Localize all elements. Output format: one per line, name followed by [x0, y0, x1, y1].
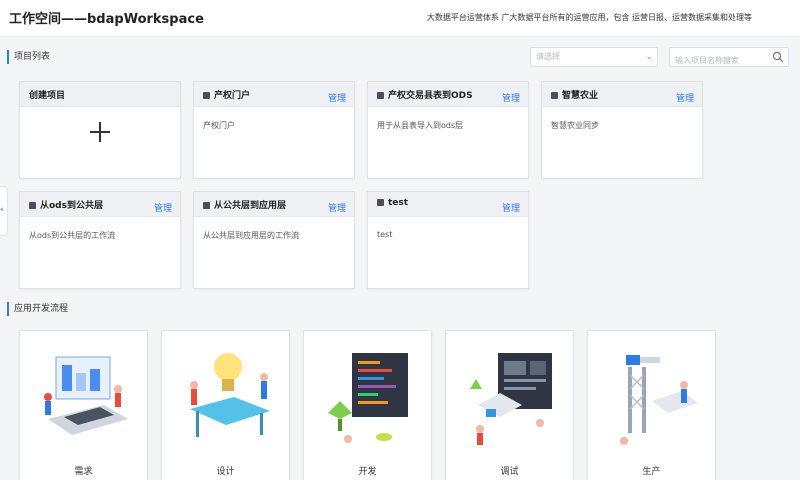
card-description: 从公共层到应用层的工作流: [203, 231, 299, 240]
flow-step-label: 需求: [74, 467, 93, 477]
card-description: 从ods到公共层的工作流: [29, 231, 116, 240]
flow-step-label: 调试: [500, 467, 519, 477]
folder-icon: [377, 199, 384, 206]
flow-step-design[interactable]: 设计: [161, 330, 290, 480]
project-filter-select[interactable]: 请选择 ⌄: [530, 47, 658, 67]
project-card[interactable]: 智慧农业 管理 智慧农业同步: [541, 81, 703, 179]
folder-icon: [29, 202, 36, 209]
flow-step-label: 设计: [216, 467, 235, 477]
card-header: 从ods到公共层 管理: [20, 192, 180, 217]
card-header: 产权门户 管理: [194, 82, 354, 107]
chevron-left-icon: ‹: [0, 205, 4, 215]
card-title: 产权门户: [203, 88, 250, 101]
manage-link[interactable]: 管理: [328, 91, 346, 104]
manage-link[interactable]: 管理: [328, 201, 346, 214]
card-title: 创建项目: [29, 91, 66, 101]
project-card[interactable]: 从公共层到应用层 管理 从公共层到应用层的工作流: [193, 191, 355, 289]
card-header: 从公共层到应用层 管理: [194, 192, 354, 217]
card-description: 智慧农业同步: [551, 121, 599, 130]
project-search: [669, 47, 789, 70]
card-header: 智慧农业 管理: [542, 82, 702, 107]
search-icon[interactable]: [772, 51, 784, 63]
create-project-card[interactable]: 创建项目: [19, 81, 181, 179]
section-title-flow: 应用开发流程: [7, 302, 68, 316]
folder-icon: [203, 202, 210, 209]
flow-step-development[interactable]: 开发: [303, 330, 432, 480]
card-header: 产权交易县表到ODS 管理: [368, 82, 528, 107]
folder-icon: [203, 92, 210, 99]
plus-icon[interactable]: [90, 122, 110, 142]
flow-step-label: 开发: [358, 467, 377, 477]
top-bar: 工作空间——bdapWorkspace 大数据平台运营体系 广大数据平台所有的运…: [0, 0, 800, 37]
sidebar-collapse-toggle[interactable]: ‹: [0, 186, 8, 236]
flow-step-debugging[interactable]: 调试: [445, 330, 574, 480]
debugging-monitor-illustration-icon: [470, 353, 552, 445]
chevron-down-icon: ⌄: [645, 52, 653, 62]
section-title-projects: 项目列表: [7, 50, 50, 64]
design-lightbulb-illustration-icon: [190, 353, 270, 437]
requirements-illustration-icon: [44, 356, 128, 435]
project-search-input[interactable]: [670, 51, 766, 70]
card-title: 从ods到公共层: [29, 198, 103, 211]
flow-step-requirements[interactable]: 需求: [19, 330, 148, 480]
page-description: 大数据平台运营体系 广大数据平台所有的运营应用，包含 运营日报、运营数据采集和处…: [426, 13, 752, 22]
card-description: 用于从县表导入到ods层: [377, 121, 464, 130]
flow-step-production[interactable]: 生产: [587, 330, 716, 480]
project-card[interactable]: 从ods到公共层 管理 从ods到公共层的工作流: [19, 191, 181, 289]
manage-link[interactable]: 管理: [502, 91, 520, 104]
flow-step-label: 生产: [642, 467, 661, 477]
card-header: test 管理: [368, 192, 528, 217]
development-code-illustration-icon: [328, 353, 408, 443]
card-title: test: [377, 198, 408, 208]
project-card[interactable]: test 管理 test: [367, 191, 529, 289]
project-card[interactable]: 产权交易县表到ODS 管理 用于从县表导入到ods层: [367, 81, 529, 179]
card-title: 智慧农业: [551, 88, 598, 101]
folder-icon: [551, 92, 558, 99]
project-card[interactable]: 产权门户 管理 产权门户: [193, 81, 355, 179]
folder-icon: [377, 92, 384, 99]
card-header: 创建项目: [20, 82, 180, 107]
manage-link[interactable]: 管理: [502, 201, 520, 214]
card-title: 产权交易县表到ODS: [377, 88, 473, 101]
manage-link[interactable]: 管理: [676, 91, 694, 104]
select-placeholder: 请选择: [536, 52, 560, 61]
card-description: 产权门户: [203, 121, 235, 130]
card-description: test: [377, 230, 393, 239]
production-tower-illustration-icon: [620, 355, 698, 445]
page-title: 工作空间——bdapWorkspace: [9, 12, 204, 27]
manage-link[interactable]: 管理: [154, 201, 172, 214]
card-title: 从公共层到应用层: [203, 198, 286, 211]
